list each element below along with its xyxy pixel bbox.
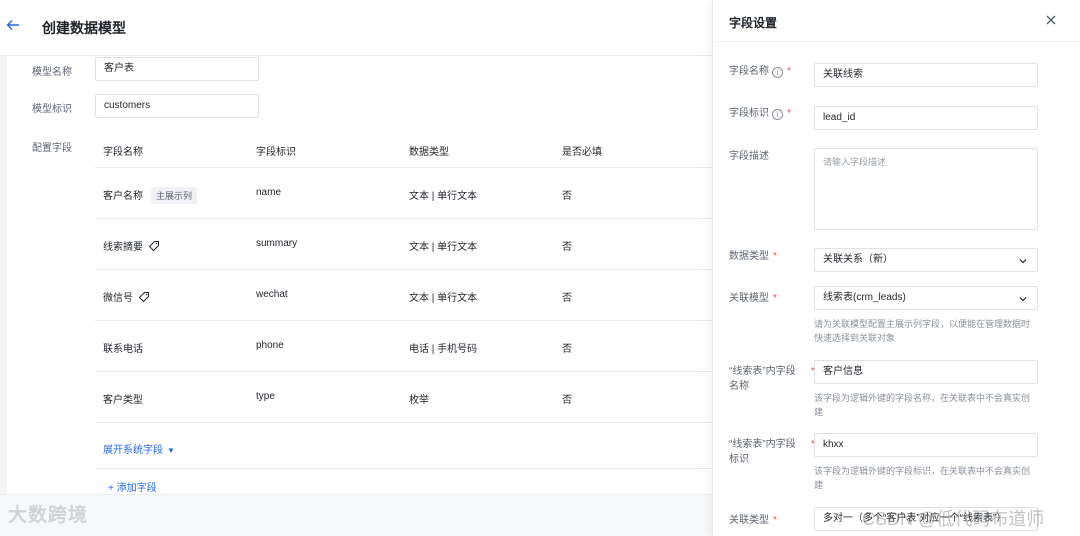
caret-down-icon: ▼ <box>167 446 175 455</box>
field-settings-drawer: 字段设置 字段名称 i * 关联线索 字段标识 i * lead_id 字段描述 请输入… <box>712 0 1080 536</box>
expand-system-fields-label: 展开系统字段 <box>103 445 163 456</box>
column-header: 数据类型 <box>409 147 449 158</box>
page-header: 创建数据模型 <box>0 0 712 56</box>
field-name-input[interactable]: 关联线索 <box>814 63 1038 87</box>
required-cell: 否 <box>562 191 572 202</box>
required-cell: 否 <box>562 395 572 406</box>
model-name-input[interactable]: 客户表 <box>95 57 259 81</box>
watermark-logo: 大数跨境 <box>8 505 89 526</box>
required-mark: * <box>773 515 777 526</box>
field-name: 微信号 <box>103 293 133 304</box>
data-type-cell: 文本 | 单行文本 <box>409 191 478 202</box>
table-row[interactable]: 客户类型 type 枚举 否 <box>95 372 712 423</box>
left-edge <box>0 56 7 536</box>
field-desc-textarea[interactable]: 请输入字段描述 <box>814 148 1038 230</box>
field-name-label-text: 字段名称 <box>729 66 769 77</box>
field-name-cell: 客户名称 主展示列 <box>103 187 198 204</box>
related-model-select[interactable]: 线索表(crm_leads) <box>814 286 1038 310</box>
table-row[interactable]: 客户名称 主展示列 name 文本 | 单行文本 否 <box>95 168 712 219</box>
field-name-cell: 微信号 <box>103 289 150 306</box>
inner-field-name-input[interactable]: 客户信息 <box>814 360 1038 384</box>
inner-field-id-label-text: “线索表”内字段标识 <box>729 439 796 465</box>
data-type-value: 关联关系（新） <box>823 254 893 265</box>
data-type-cell: 文本 | 单行文本 <box>409 242 478 253</box>
tag-icon <box>148 240 160 255</box>
chevron-down-icon <box>1017 254 1029 266</box>
watermark-text: CSDN @低代码布道师 <box>862 509 1045 529</box>
model-name-label: 模型名称 <box>32 67 72 78</box>
related-model-help: 请为关联模型配置主展示列字段，以便能在管理数据时快速选择到关联对象 <box>814 319 1031 343</box>
drawer-title: 字段设置 <box>729 16 778 30</box>
expand-system-fields-link[interactable]: 展开系统字段 ▼ <box>103 441 175 456</box>
data-type-cell: 文本 | 单行文本 <box>409 293 478 304</box>
field-name-cell: 线索摘要 <box>103 238 160 255</box>
data-type-label: 数据类型 * <box>729 249 777 264</box>
field-name-cell: 联系电话 <box>103 344 143 355</box>
fields-label: 配置字段 <box>32 143 72 154</box>
arrow-left-icon[interactable] <box>4 18 22 36</box>
required-cell: 否 <box>562 344 572 355</box>
close-icon[interactable] <box>1043 12 1059 28</box>
field-name-label: 字段名称 i * <box>729 64 791 79</box>
field-name-cell: 客户类型 <box>103 395 143 406</box>
required-cell: 否 <box>562 293 572 304</box>
field-name: 客户名称 <box>103 191 143 202</box>
chevron-down-icon <box>1017 292 1029 304</box>
inner-field-id-label: “线索表”内字段标识 * <box>729 437 815 467</box>
divider <box>95 468 712 469</box>
data-type-select[interactable]: 关联关系（新） <box>814 248 1038 272</box>
info-icon[interactable]: i <box>772 67 783 78</box>
page-title: 创建数据模型 <box>42 20 126 36</box>
inner-field-id-help: 该字段为逻辑外键的字段标识，在关联表中不会真实创建 <box>814 466 1031 490</box>
field-id-cell: phone <box>256 340 284 351</box>
related-model-label: 关联模型 * <box>729 291 777 306</box>
add-field-button[interactable]: + 添加字段 <box>108 479 157 494</box>
table-row[interactable]: 微信号 wechat 文本 | 单行文本 否 <box>95 270 712 321</box>
required-mark: * <box>773 293 777 304</box>
data-type-cell: 电话 | 手机号码 <box>409 344 478 355</box>
inner-field-id-input[interactable]: khxx <box>814 433 1038 457</box>
field-id-cell: type <box>256 391 275 402</box>
table-row[interactable]: 线索摘要 summary 文本 | 单行文本 否 <box>95 219 712 270</box>
table-row[interactable]: 联系电话 phone 电话 | 手机号码 否 <box>95 321 712 372</box>
footer-bar <box>0 494 712 536</box>
required-mark: * <box>787 66 791 77</box>
field-id-label-text: 字段标识 <box>729 108 769 119</box>
inner-field-name-help: 该字段为逻辑外键的字段名称，在关联表中不会真实创建 <box>814 393 1031 417</box>
field-desc-label: 字段描述 <box>729 151 769 162</box>
relation-type-label: 关联类型 * <box>729 513 777 528</box>
inner-field-name-label: “线索表”内字段名称 * <box>729 364 815 394</box>
info-icon[interactable]: i <box>772 109 783 120</box>
field-id-cell: wechat <box>256 289 288 300</box>
related-model-value: 线索表(crm_leads) <box>823 292 906 303</box>
required-mark: * <box>773 251 777 262</box>
tag-icon <box>138 291 150 306</box>
primary-column-badge: 主展示列 <box>151 187 198 204</box>
field-id-input[interactable]: lead_id <box>814 106 1038 130</box>
drawer-header: 字段设置 <box>713 0 1080 42</box>
field-id-label: 字段标识 i * <box>729 106 791 121</box>
fields-table: 字段名称 字段标识 数据类型 是否必填 客户名称 主展示列 name 文本 | 单… <box>95 130 712 423</box>
main-page: 创建数据模型 模型名称 客户表 模型标识 customers 配置字段 字段名称… <box>0 0 712 536</box>
required-mark: * <box>787 108 791 119</box>
table-header: 字段名称 字段标识 数据类型 是否必填 <box>95 130 712 168</box>
model-id-input[interactable]: customers <box>95 94 259 118</box>
field-id-cell: summary <box>256 238 298 249</box>
model-id-label: 模型标识 <box>32 104 72 115</box>
field-name: 线索摘要 <box>103 242 143 253</box>
relation-type-label-text: 关联类型 <box>729 515 769 526</box>
required-cell: 否 <box>562 242 572 253</box>
column-header: 是否必填 <box>562 147 602 158</box>
related-model-label-text: 关联模型 <box>729 293 769 304</box>
column-header: 字段名称 <box>103 147 143 158</box>
field-id-cell: name <box>256 187 282 198</box>
data-type-label-text: 数据类型 <box>729 251 769 262</box>
column-header: 字段标识 <box>256 147 296 158</box>
data-type-cell: 枚举 <box>409 395 429 406</box>
inner-field-name-label-text: “线索表”内字段名称 <box>729 366 796 392</box>
